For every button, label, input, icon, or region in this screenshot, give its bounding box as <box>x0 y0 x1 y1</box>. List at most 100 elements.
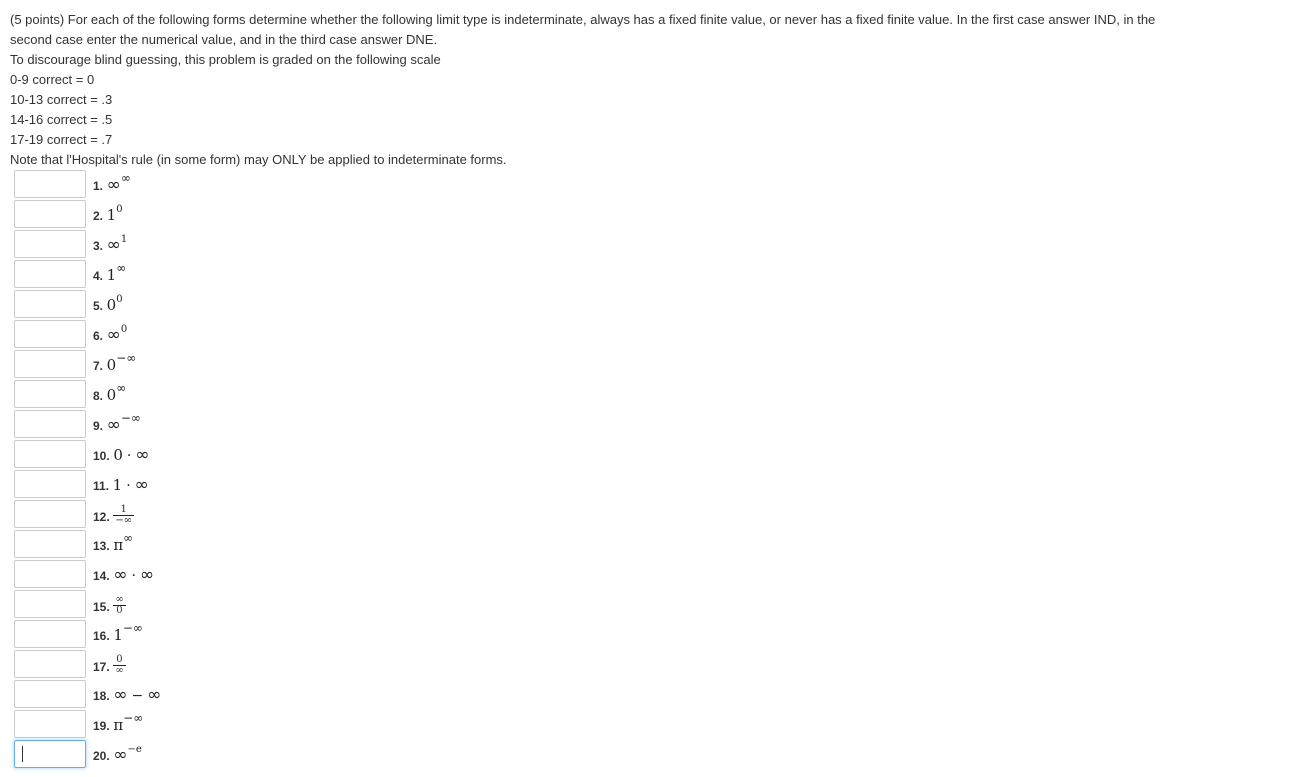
grading-scale-row: 17-19 correct = .7 <box>10 132 113 147</box>
form-exponent-value: −∞ <box>120 411 141 425</box>
form-fraction: 0 ∞ <box>113 655 126 676</box>
form-exponent: 1 <box>121 234 127 245</box>
form-operator: · <box>131 568 136 584</box>
limit-form-label: 9. ∞−∞ <box>93 411 141 436</box>
answer-input-14[interactable] <box>14 560 86 588</box>
form-exponent: −∞ <box>120 411 141 425</box>
form-exponent: 0 <box>116 294 122 305</box>
limit-form-label: 10. 0 · ∞ <box>93 446 149 465</box>
limit-form-label: 7. 0−∞ <box>93 351 136 376</box>
form-fraction: 1 −∞ <box>113 505 135 526</box>
answer-input-9[interactable] <box>14 410 86 438</box>
answer-input-1[interactable] <box>14 170 86 198</box>
form-base: ∞ <box>106 415 121 435</box>
answer-input-19[interactable] <box>14 710 86 738</box>
lhospital-note: Note that l'Hospital's rule (in some for… <box>10 152 507 167</box>
item-number: 3. <box>93 239 104 253</box>
form-exponent-value: ∞ <box>123 531 134 545</box>
form-left-operand: 0 <box>113 446 123 464</box>
item-number: 2. <box>93 209 104 223</box>
form-exponent: ∞ <box>121 171 131 185</box>
item-number: 6. <box>93 329 104 343</box>
form-right-operand: ∞ <box>147 685 162 705</box>
form-base: ∞ <box>113 745 128 765</box>
limit-form-label: 16. 1−∞ <box>93 621 143 646</box>
item-number: 13. <box>93 539 110 553</box>
grading-scale-intro: To discourage blind guessing, this probl… <box>10 52 441 67</box>
form-right-operand: ∞ <box>134 475 149 495</box>
answer-input-17[interactable] <box>14 650 86 678</box>
item-number: 9. <box>93 419 104 433</box>
limit-form-label: 20. ∞−e <box>93 744 142 766</box>
instructions-line-1: (5 points) For each of the following for… <box>10 12 1156 27</box>
form-base: ∞ <box>106 325 121 345</box>
grading-scale-row: 14-16 correct = .5 <box>10 112 113 127</box>
limit-form-label: 6. ∞0 <box>93 324 127 346</box>
answer-input-8[interactable] <box>14 380 86 408</box>
instructions-line-2: second case enter the numerical value, a… <box>10 32 438 47</box>
form-base: 0 <box>106 356 117 374</box>
item-number: 20. <box>93 749 110 763</box>
answer-input-20[interactable] <box>14 740 86 768</box>
item-number: 18. <box>93 689 110 703</box>
answer-input-3[interactable] <box>14 230 86 258</box>
form-exponent-value: 1 <box>120 234 128 245</box>
answer-input-5[interactable] <box>14 290 86 318</box>
answer-input-11[interactable] <box>14 470 86 498</box>
limit-form-label: 12. 1 −∞ <box>93 505 135 528</box>
item-number: 1. <box>93 179 104 193</box>
limit-form-label: 13. π∞ <box>93 531 133 556</box>
problem-statement: (5 points) For each of the following for… <box>10 10 1280 170</box>
form-base: ∞ <box>106 235 121 255</box>
grading-scale-row: 0-9 correct = 0 <box>10 72 95 87</box>
fraction-denominator: ∞ <box>115 665 124 676</box>
answer-input-16[interactable] <box>14 620 86 648</box>
item-number: 11. <box>93 479 110 493</box>
form-operator: · <box>126 478 131 494</box>
answer-input-7[interactable] <box>14 350 86 378</box>
form-exponent: −∞ <box>122 621 143 635</box>
form-base: π <box>113 716 124 734</box>
item-number: 5. <box>93 299 104 313</box>
limit-form-label: 19. π−∞ <box>93 711 143 736</box>
form-exponent-value: ∞ <box>116 381 127 395</box>
form-left-operand: ∞ <box>113 685 128 705</box>
form-base: π <box>113 536 124 554</box>
answer-input-15[interactable] <box>14 590 86 618</box>
item-number: 4. <box>93 269 104 283</box>
form-left-operand: ∞ <box>113 565 128 585</box>
form-base: 1 <box>106 206 117 224</box>
form-exponent-value: −e <box>127 744 142 755</box>
form-base: ∞ <box>106 175 121 195</box>
form-base: 0 <box>106 386 117 404</box>
fraction-denominator: 0 <box>116 605 123 616</box>
limit-form-label: 14. ∞ · ∞ <box>93 565 154 585</box>
limit-form-label: 15. ∞ 0 <box>93 595 126 618</box>
form-operator: − <box>131 688 144 704</box>
form-left-operand: 1 <box>112 476 123 494</box>
form-exponent: −∞ <box>116 351 136 365</box>
form-exponent-value: −∞ <box>122 621 143 635</box>
answer-input-6[interactable] <box>14 320 86 348</box>
form-fraction: ∞ 0 <box>113 595 126 616</box>
form-exponent: −e <box>127 744 141 755</box>
answer-input-10[interactable] <box>14 440 86 468</box>
answer-input-12[interactable] <box>14 500 86 528</box>
form-base: 1 <box>113 626 123 644</box>
form-exponent: −∞ <box>123 711 143 725</box>
item-number: 10. <box>93 449 110 463</box>
limit-form-label: 18. ∞ − ∞ <box>93 685 162 705</box>
answer-input-4[interactable] <box>14 260 86 288</box>
answer-input-18[interactable] <box>14 680 86 708</box>
limit-form-label: 8. 0∞ <box>93 381 127 406</box>
answer-input-13[interactable] <box>14 530 86 558</box>
form-exponent: ∞ <box>116 381 127 395</box>
form-exponent: 0 <box>121 324 127 335</box>
limit-form-label: 1. ∞∞ <box>93 171 131 196</box>
item-number: 15. <box>93 599 110 614</box>
answer-input-2[interactable] <box>14 200 86 228</box>
form-base: 1 <box>106 266 117 284</box>
form-operator: · <box>126 448 132 464</box>
item-number: 14. <box>93 569 110 583</box>
limit-form-label: 17. 0 ∞ <box>93 655 126 678</box>
